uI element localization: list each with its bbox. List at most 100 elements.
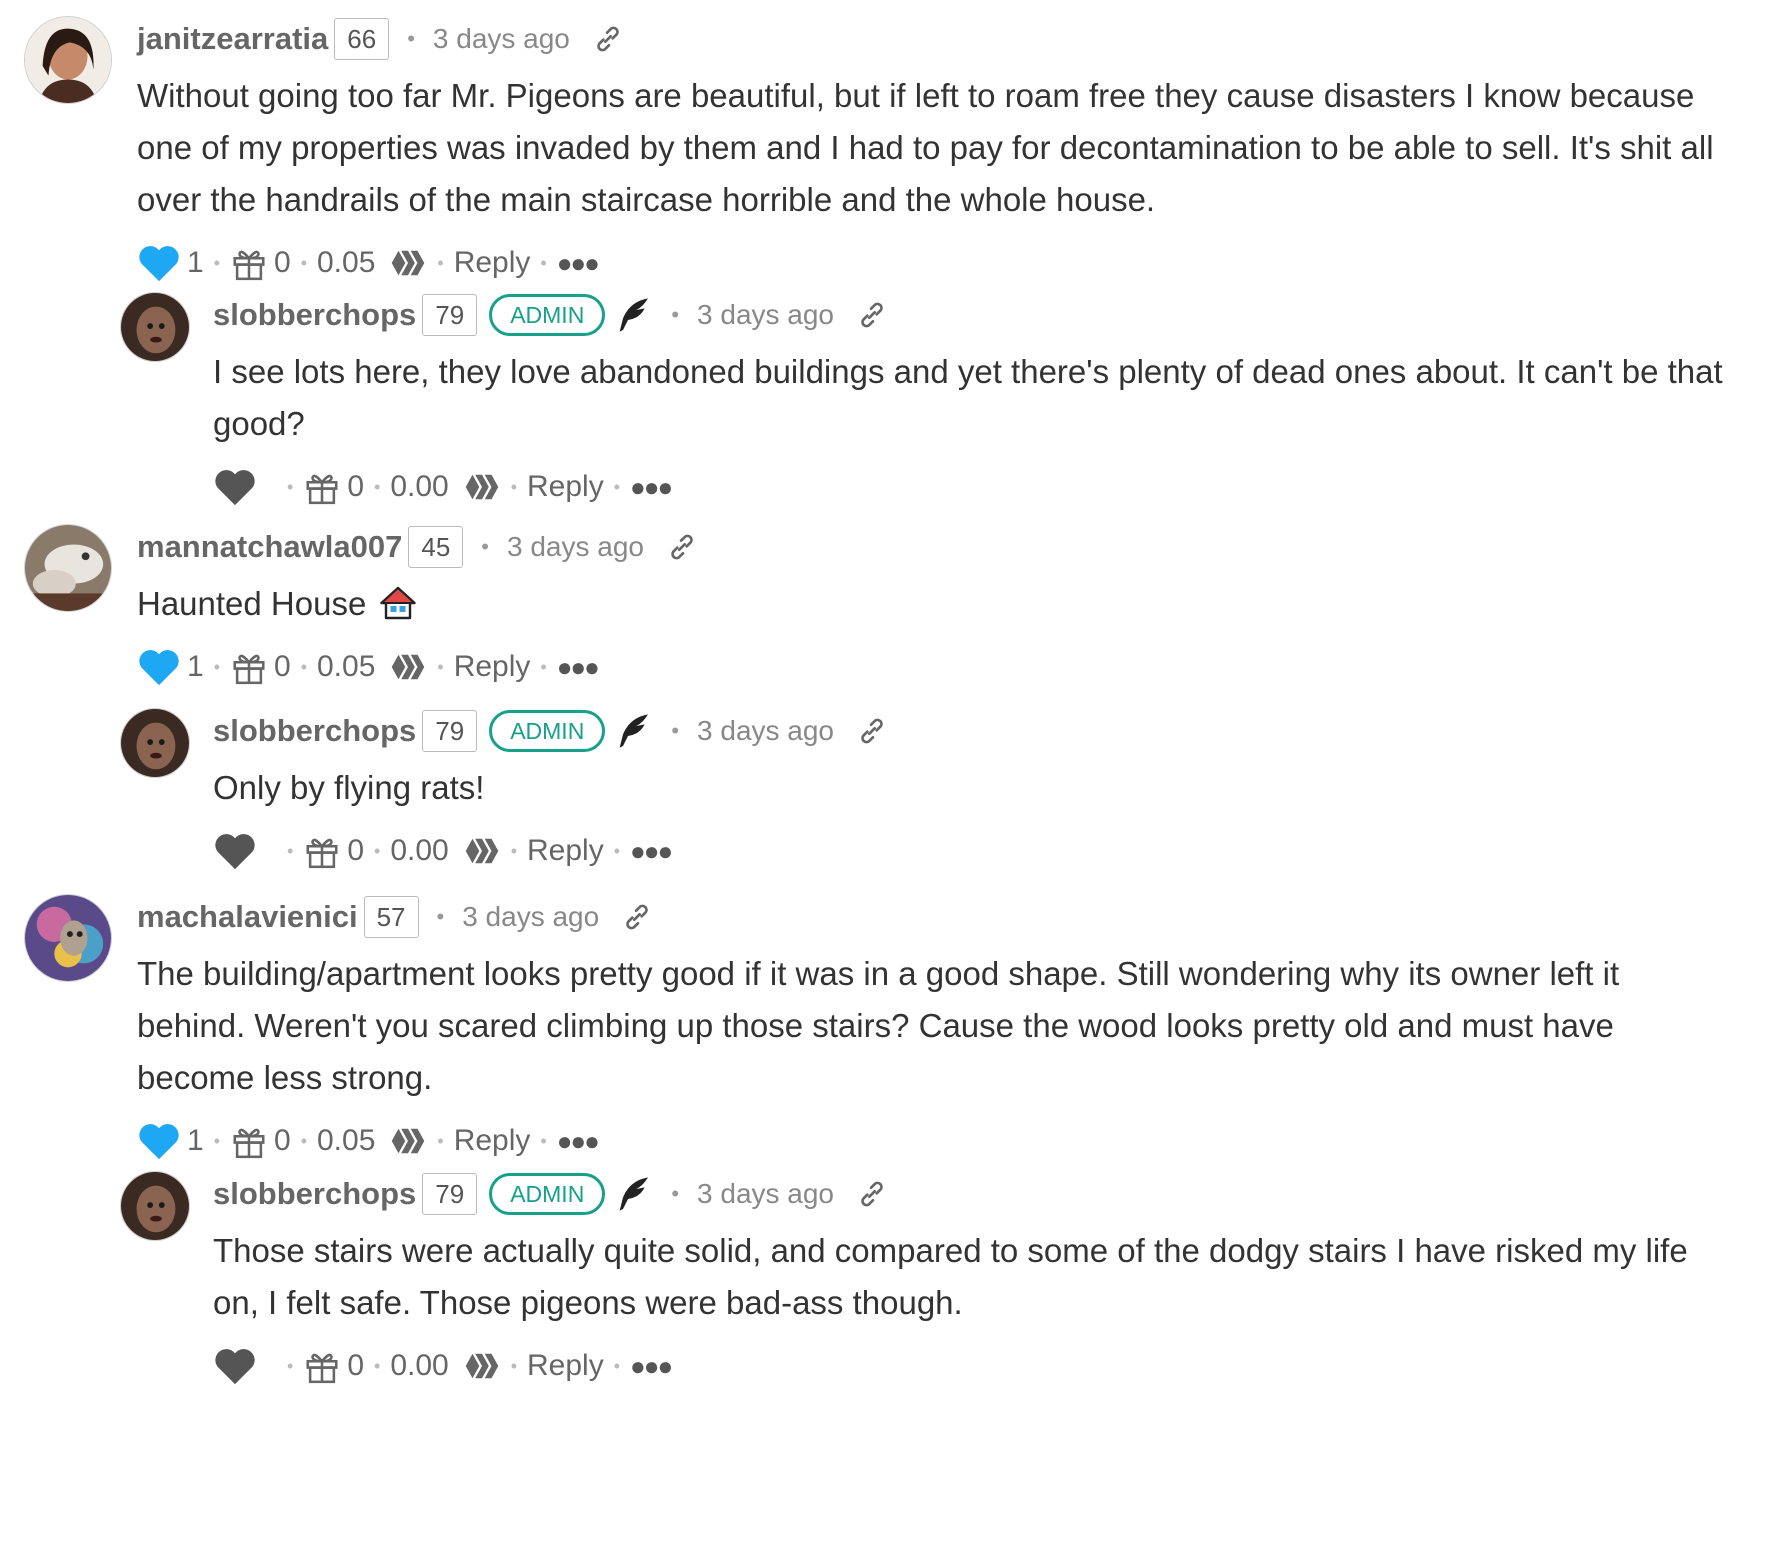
link-icon[interactable] (856, 715, 888, 747)
gift-icon[interactable] (230, 647, 268, 687)
comment-actions: 1 • 0 • 0.05 • Reply • ●●● (137, 238, 1744, 288)
tip-count: 0 (347, 1349, 364, 1382)
more-icon[interactable]: ●●● (557, 248, 600, 279)
timestamp[interactable]: 3 days ago (507, 531, 644, 563)
link-icon[interactable] (592, 23, 624, 55)
vote-count[interactable]: 1 (187, 1124, 204, 1158)
vote-count[interactable]: 1 (187, 650, 204, 684)
link-icon[interactable] (856, 1178, 888, 1210)
separator-dot: • (671, 1181, 680, 1206)
payout-value[interactable]: 0.00 (390, 470, 448, 504)
admin-badge: ADMIN (489, 294, 606, 336)
author-name[interactable]: janitzearratia (137, 21, 328, 57)
more-icon[interactable]: ●●● (630, 472, 673, 503)
hive-icon (465, 474, 498, 500)
comment-actions: 1 • 0 • 0.05 • Reply • ●●● (137, 1116, 1744, 1166)
timestamp[interactable]: 3 days ago (697, 1178, 834, 1210)
separator-dot: • (671, 302, 680, 327)
gift-icon[interactable] (230, 243, 268, 283)
payout-value[interactable]: 0.00 (390, 1349, 448, 1383)
more-icon[interactable]: ●●● (557, 1126, 600, 1157)
comment-text: Haunted House (137, 585, 367, 622)
heart-icon[interactable] (213, 831, 257, 871)
comment-actions: • 0 • 0.00 • Reply • ●●● (213, 1341, 1750, 1391)
heart-icon[interactable] (213, 1346, 257, 1386)
reputation-badge: 45 (408, 526, 464, 568)
tip-count: 0 (347, 834, 364, 867)
reply-button[interactable]: Reply (527, 1349, 604, 1383)
feather-icon (619, 298, 649, 332)
hive-icon (392, 654, 425, 680)
comment-text: Without going too far Mr. Pigeons are be… (137, 77, 1714, 218)
hive-icon (392, 250, 425, 276)
payout-value[interactable]: 0.00 (390, 834, 448, 868)
gift-icon[interactable] (230, 1121, 268, 1161)
author-name[interactable]: mannatchawla007 (137, 529, 402, 565)
avatar[interactable] (120, 708, 190, 778)
house-emoji (379, 586, 416, 620)
link-icon[interactable] (856, 299, 888, 331)
tip-count: 0 (274, 246, 291, 279)
heart-icon[interactable] (137, 243, 181, 283)
link-icon[interactable] (621, 901, 653, 933)
feather-icon (619, 1177, 649, 1211)
reputation-badge: 79 (422, 294, 478, 336)
tip-count: 0 (274, 1124, 291, 1157)
admin-badge: ADMIN (489, 1173, 606, 1215)
author-name[interactable]: slobberchops (213, 713, 416, 749)
avatar[interactable] (24, 894, 112, 982)
reply-button[interactable]: Reply (527, 834, 604, 868)
comment-actions: • 0 • 0.00 • Reply • ●●● (213, 462, 1750, 512)
reply-button[interactable]: Reply (454, 1124, 531, 1158)
separator-dot: • (407, 26, 415, 51)
reputation-badge: 79 (422, 710, 478, 752)
tip-count: 0 (347, 470, 364, 503)
reputation-badge: 79 (422, 1173, 478, 1215)
timestamp[interactable]: 3 days ago (697, 715, 834, 747)
tip-count: 0 (274, 650, 291, 683)
reply-button[interactable]: Reply (454, 650, 531, 684)
comment-text: The building/apartment looks pretty good… (137, 955, 1620, 1096)
gift-icon[interactable] (303, 467, 341, 507)
hive-icon (392, 1128, 425, 1154)
avatar[interactable] (24, 16, 112, 104)
reply-button[interactable]: Reply (454, 246, 531, 280)
payout-value[interactable]: 0.05 (317, 650, 375, 684)
author-name[interactable]: machalavienici (137, 899, 358, 935)
payout-value[interactable]: 0.05 (317, 246, 375, 280)
payout-value[interactable]: 0.05 (317, 1124, 375, 1158)
comment-text: I see lots here, they love abandoned bui… (213, 353, 1723, 442)
gift-icon[interactable] (303, 831, 341, 871)
timestamp[interactable]: 3 days ago (462, 901, 599, 933)
author-name[interactable]: slobberchops (213, 297, 416, 333)
hive-icon (465, 1353, 498, 1379)
timestamp[interactable]: 3 days ago (433, 23, 570, 55)
hive-icon (465, 838, 498, 864)
heart-icon[interactable] (137, 1121, 181, 1161)
comment-actions: • 0 • 0.00 • Reply • ●●● (213, 826, 1750, 876)
separator-dot: • (481, 534, 489, 559)
more-icon[interactable]: ●●● (630, 1351, 673, 1382)
gift-icon[interactable] (303, 1346, 341, 1386)
comment-text: Only by flying rats! (213, 769, 485, 806)
avatar[interactable] (24, 524, 112, 612)
more-icon[interactable]: ●●● (557, 652, 600, 683)
heart-icon[interactable] (213, 467, 257, 507)
reply-button[interactable]: Reply (527, 470, 604, 504)
admin-badge: ADMIN (489, 710, 606, 752)
author-name[interactable]: slobberchops (213, 1176, 416, 1212)
feather-icon (619, 714, 649, 748)
separator-dot: • (436, 904, 445, 929)
reputation-badge: 57 (363, 896, 419, 938)
more-icon[interactable]: ●●● (630, 836, 673, 867)
separator-dot: • (671, 718, 680, 743)
timestamp[interactable]: 3 days ago (697, 299, 834, 331)
avatar[interactable] (120, 1171, 190, 1241)
comment-text: Those stairs were actually quite solid, … (213, 1232, 1688, 1321)
comment-actions: 1 • 0 • 0.05 • Reply • ●●● (137, 642, 1744, 692)
comment-text-row: Haunted House (137, 578, 1744, 630)
heart-icon[interactable] (137, 647, 181, 687)
avatar[interactable] (120, 292, 190, 362)
vote-count[interactable]: 1 (187, 246, 204, 280)
link-icon[interactable] (666, 531, 698, 563)
